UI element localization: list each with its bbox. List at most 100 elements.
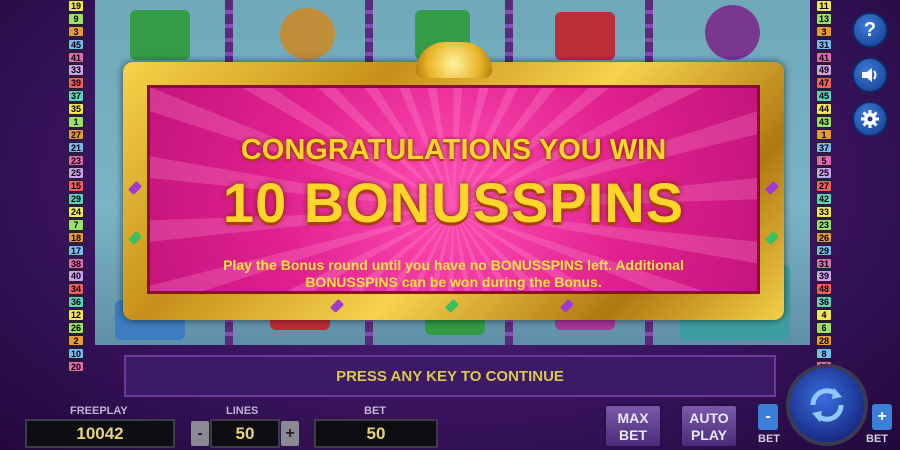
lines-label: LINES <box>226 405 259 417</box>
auto-play-line1: AUTO <box>689 410 729 426</box>
line-number-badge: 20 <box>68 360 84 373</box>
freeplay-label: FREEPLAY <box>70 405 128 417</box>
help-label: ? <box>863 18 877 41</box>
line-number-badge: 23 <box>816 218 832 231</box>
bet-increase-button[interactable]: + <box>872 404 892 430</box>
line-number-badge: 8 <box>816 347 832 360</box>
game-stage: 19 9 3 45 41 33 39 37 35 1 27 21 23 25 15 29 24 7 18 17 38 40… <box>0 0 900 450</box>
bet-value: 50 <box>366 423 386 443</box>
popup-description: Play the Bonus round until you have no B… <box>223 257 684 290</box>
green-gem-symbol <box>130 10 190 60</box>
bonus-popup-panel: CONGRATULATIONS YOU WIN 10 BONUSSPINS Pl… <box>147 85 760 294</box>
line-number-badge: 13 <box>816 12 832 25</box>
line-number-badge: 41 <box>816 51 832 64</box>
line-number-badge: 26 <box>68 321 84 334</box>
sound-button[interactable] <box>852 57 888 93</box>
line-number-badge: 31 <box>816 257 832 270</box>
golden-pot-symbol <box>280 8 335 60</box>
purple-flower-symbol <box>705 5 760 60</box>
line-number-badge: 38 <box>68 257 84 270</box>
bet-label: BET <box>364 405 386 417</box>
right-line-numbers: 11 13 3 31 41 49 47 45 44 43 1 37 5 25 27 42 33 23 26 29 31 3… <box>816 0 832 373</box>
frame-gem <box>559 298 575 314</box>
line-number-badge: 45 <box>68 38 84 51</box>
line-number-badge: 25 <box>68 167 84 180</box>
line-number-badge: 9 <box>68 12 84 25</box>
line-number-badge: 37 <box>68 90 84 102</box>
continue-prompt[interactable]: PRESS ANY KEY TO CONTINUE <box>124 355 776 397</box>
line-number-badge: 47 <box>816 77 832 89</box>
bet-increase-label: BET <box>866 433 888 445</box>
bet-decrease-button[interactable]: - <box>758 404 778 430</box>
frame-gem <box>764 230 780 246</box>
max-bet-line1: MAX <box>617 410 649 426</box>
line-number-badge: 1 <box>68 115 84 128</box>
line-number-badge: 24 <box>68 206 84 218</box>
speaker-icon <box>862 68 877 82</box>
line-number-badge: 26 <box>816 231 832 244</box>
line-number-badge: 35 <box>68 103 84 115</box>
bet-value-box: 50 <box>314 419 438 448</box>
max-bet-line2: BET <box>619 427 647 443</box>
line-number-badge: 29 <box>68 193 84 205</box>
line-number-badge: 18 <box>68 231 84 244</box>
line-number-badge: 19 <box>68 0 84 12</box>
line-number-badge: 11 <box>816 0 832 12</box>
line-number-badge: 3 <box>816 25 832 38</box>
left-line-numbers: 19 9 3 45 41 33 39 37 35 1 27 21 23 25 15 29 24 7 18 17 38 40… <box>68 0 84 373</box>
red-gem-symbol <box>555 12 615 60</box>
line-number-badge: 42 <box>816 193 832 205</box>
minus-icon: - <box>765 408 771 425</box>
line-number-badge: 44 <box>816 103 832 115</box>
line-number-badge: 4 <box>816 309 832 321</box>
freeplay-value-box: 10042 <box>25 419 175 448</box>
line-number-badge: 3 <box>68 25 84 38</box>
line-number-badge: 25 <box>816 167 832 180</box>
line-number-badge: 31 <box>816 38 832 51</box>
lines-value-box: 50 <box>210 419 280 448</box>
line-number-badge: 48 <box>816 283 832 295</box>
freeplay-value: 10042 <box>76 423 124 443</box>
auto-play-button[interactable]: AUTO PLAY <box>680 404 738 448</box>
lines-value: 50 <box>235 423 255 443</box>
continue-label: PRESS ANY KEY TO CONTINUE <box>336 367 564 385</box>
lines-decrease-button[interactable]: - <box>191 421 209 446</box>
line-number-badge: 1 <box>816 128 832 141</box>
max-bet-button[interactable]: MAX BET <box>604 404 662 448</box>
line-number-badge: 2 <box>68 334 84 347</box>
line-number-badge: 7 <box>68 218 84 231</box>
line-number-badge: 45 <box>816 90 832 102</box>
line-number-badge: 36 <box>68 296 84 308</box>
line-number-badge: 33 <box>816 206 832 218</box>
lines-increase-button[interactable]: + <box>281 421 299 446</box>
minus-icon: - <box>197 424 203 442</box>
line-number-badge: 10 <box>68 347 84 360</box>
line-number-badge: 23 <box>68 154 84 167</box>
spin-button[interactable] <box>786 364 868 446</box>
plus-icon: + <box>285 424 295 442</box>
line-number-badge: 41 <box>68 51 84 64</box>
frame-gem <box>127 230 143 246</box>
line-number-badge: 5 <box>816 154 832 167</box>
line-number-badge: 39 <box>68 77 84 89</box>
popup-headline: CONGRATULATIONS YOU WIN <box>240 134 667 166</box>
line-number-badge: 28 <box>816 334 832 347</box>
line-number-badge: 40 <box>68 270 84 283</box>
bet-decrease-label: BET <box>758 433 780 445</box>
frame-gem <box>329 298 345 314</box>
line-number-badge: 27 <box>68 128 84 141</box>
frame-gem <box>444 298 460 314</box>
line-number-badge: 49 <box>816 64 832 77</box>
gear-icon <box>861 110 879 128</box>
line-number-badge: 37 <box>816 141 832 154</box>
line-number-badge: 29 <box>816 244 832 257</box>
line-number-badge: 43 <box>816 115 832 128</box>
line-number-badge: 17 <box>68 244 84 257</box>
plus-icon: + <box>877 408 887 425</box>
line-number-badge: 39 <box>816 270 832 283</box>
help-button[interactable]: ? <box>852 12 888 48</box>
frame-crest-ornament <box>416 42 492 78</box>
line-number-badge: 27 <box>816 180 832 192</box>
auto-play-line2: PLAY <box>690 427 728 443</box>
settings-button[interactable] <box>852 101 888 137</box>
